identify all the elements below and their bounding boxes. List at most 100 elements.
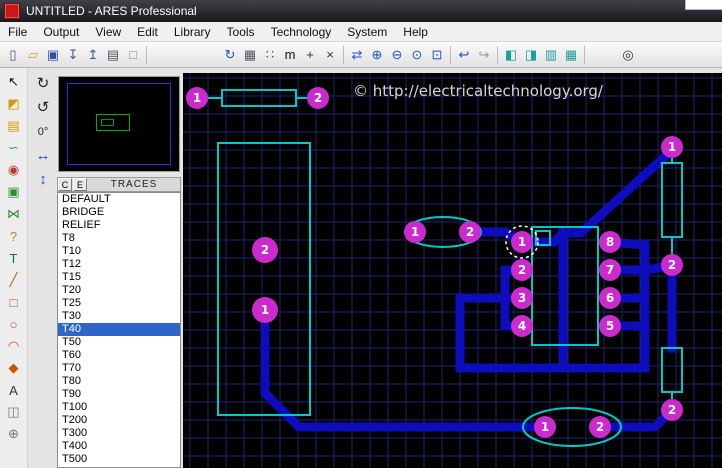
trace-style-item[interactable]: T200 [58, 414, 180, 427]
path-2d-tool-button[interactable]: ◆ [2, 357, 25, 379]
component-placement-tool-button[interactable]: ◩ [2, 93, 25, 115]
menu-library[interactable]: Library [166, 23, 219, 41]
zoom-all-button[interactable]: ⊙ [407, 45, 427, 65]
trace-style-item[interactable]: T100 [58, 401, 180, 414]
mark-output-area-icon: □ [129, 47, 137, 62]
zoom-in-button[interactable]: ⊕ [367, 45, 387, 65]
component-mode-button[interactable]: C [58, 178, 72, 191]
trace-style-item[interactable]: T60 [58, 349, 180, 362]
pad-number: 2 [668, 258, 676, 272]
pad-number: 8 [606, 235, 614, 249]
trace-style-item[interactable]: T300 [58, 427, 180, 440]
mirror-horizontal-button[interactable]: ↔ [32, 146, 54, 166]
via-tool-button[interactable]: ◉ [2, 159, 25, 181]
trace-style-item[interactable]: T500 [58, 453, 180, 466]
menu-output[interactable]: Output [35, 23, 87, 41]
orientation-toolbar: ↻↺0°↔↕ [29, 74, 57, 190]
trace-style-item[interactable]: T12 [58, 258, 180, 271]
layer-pair-toggle-button[interactable]: ◧ [501, 45, 521, 65]
zoom-out-button[interactable]: ⊖ [387, 45, 407, 65]
text-2d-tool-icon: A [9, 383, 18, 398]
trace-style-item[interactable]: T40 [58, 323, 180, 336]
import-region-button[interactable]: ↧ [63, 45, 83, 65]
false-origin-button[interactable]: + [300, 45, 320, 65]
trace-style-item[interactable]: RELIEF [58, 219, 180, 232]
trace-style-list[interactable]: DEFAULTBRIDGERELIEFT8T10T12T15T20T25T30T… [57, 192, 181, 468]
trace-style-item[interactable]: T50 [58, 336, 180, 349]
pad-number: 4 [518, 319, 526, 333]
save-file-button[interactable]: ▣ [43, 45, 63, 65]
trace-tool-button[interactable]: ∽ [2, 137, 25, 159]
trace-style-item[interactable]: T15 [58, 271, 180, 284]
menu-edit[interactable]: Edit [129, 23, 166, 41]
symbol-2d-tool-button[interactable]: ◫ [2, 401, 25, 423]
trace-style-item[interactable]: T25 [58, 297, 180, 310]
undo-icon: ↩ [459, 47, 470, 62]
menu-view[interactable]: View [87, 23, 129, 41]
menu-file[interactable]: File [0, 23, 35, 41]
trace-style-item[interactable]: T10 [58, 245, 180, 258]
trace-style-item[interactable]: T80 [58, 375, 180, 388]
toggle-dot-grid-icon: ∷ [266, 47, 274, 62]
false-origin-icon: + [306, 47, 314, 62]
mark-output-area-button[interactable]: □ [123, 45, 143, 65]
trace-style-item[interactable]: T20 [58, 284, 180, 297]
arc-2d-tool-icon: ◠ [8, 338, 19, 353]
watermark-text: © http://electricaltechnology.org/ [353, 82, 604, 100]
open-file-icon: ▱ [28, 47, 38, 62]
line-2d-tool-button[interactable]: ╱ [2, 269, 25, 291]
connectivity-highlight-tool-icon: ? [10, 229, 17, 244]
menu-tools[interactable]: Tools [219, 23, 263, 41]
circle-2d-tool-button[interactable]: ○ [2, 313, 25, 335]
print-icon: ▤ [107, 47, 119, 62]
pcb-canvas[interactable]: 1221121234876512212© http://electricalte… [183, 73, 722, 468]
rotate-anticlockwise-button[interactable]: ↺ [32, 98, 54, 118]
redraw-button[interactable]: ↻ [220, 45, 240, 65]
menu-system[interactable]: System [339, 23, 395, 41]
package-tool-button[interactable]: ▤ [2, 115, 25, 137]
object-selector-header: C E TRACES [57, 177, 181, 192]
connectivity-highlight-tool-button[interactable]: ? [2, 225, 25, 247]
path-2d-tool-icon: ◆ [9, 360, 19, 375]
trace-style-item[interactable]: BRIDGE [58, 206, 180, 219]
box-2d-tool-button[interactable]: □ [2, 291, 25, 313]
design-rule-check-button[interactable]: ▦ [561, 45, 581, 65]
x-cursor-toggle-button[interactable]: × [320, 45, 340, 65]
menu-technology[interactable]: Technology [263, 23, 340, 41]
toggle-dot-grid-button[interactable]: ∷ [260, 45, 280, 65]
menu-help[interactable]: Help [395, 23, 436, 41]
print-button[interactable]: ▤ [103, 45, 123, 65]
zoom-out-icon: ⊖ [392, 47, 403, 62]
new-file-button[interactable]: ▯ [3, 45, 23, 65]
trace-style-item[interactable]: T90 [58, 388, 180, 401]
zoom-area-button[interactable]: ⊡ [427, 45, 447, 65]
metric-imperial-toggle-button[interactable]: m [280, 45, 300, 65]
trace-style-item[interactable]: T30 [58, 310, 180, 323]
text-2d-tool-button[interactable]: A [2, 379, 25, 401]
design-overview-panel[interactable] [58, 76, 180, 172]
edit-style-button[interactable]: E [73, 178, 87, 191]
mode-toolbar: ↖◩▤∽◉▣⋈? T╱□○ ◠ ◆ A ◫⊕ [0, 68, 28, 468]
mirror-vertical-button[interactable]: ↕ [32, 170, 54, 190]
trace-style-item[interactable]: T400 [58, 440, 180, 453]
ratsnest-tool-button[interactable]: ⋈ [2, 203, 25, 225]
export-region-button[interactable]: ↥ [83, 45, 103, 65]
zone-tool-button[interactable]: ▣ [2, 181, 25, 203]
text-tool-button[interactable]: T [2, 247, 25, 269]
open-file-button[interactable]: ▱ [23, 45, 43, 65]
rotate-clockwise-button[interactable]: ↻ [32, 74, 54, 94]
auto-router-button[interactable]: ◨ [521, 45, 541, 65]
trace-style-item[interactable]: DEFAULT [58, 193, 180, 206]
toggle-grid-button[interactable]: ▦ [240, 45, 260, 65]
arc-2d-tool-button[interactable]: ◠ [2, 335, 25, 357]
trace-style-item[interactable]: T8 [58, 232, 180, 245]
undo-button[interactable]: ↩ [454, 45, 474, 65]
trace-style-item[interactable]: T70 [58, 362, 180, 375]
redo-button[interactable]: ↪ [474, 45, 494, 65]
marker-2d-tool-button[interactable]: ⊕ [2, 423, 25, 445]
search-and-tag-button[interactable]: ◎ [618, 45, 638, 65]
selection-tool-button[interactable]: ↖ [2, 71, 25, 93]
ratsnest-refresh-button[interactable]: ▥ [541, 45, 561, 65]
pan-button[interactable]: ⇄ [347, 45, 367, 65]
pad-number: 2 [466, 225, 474, 239]
